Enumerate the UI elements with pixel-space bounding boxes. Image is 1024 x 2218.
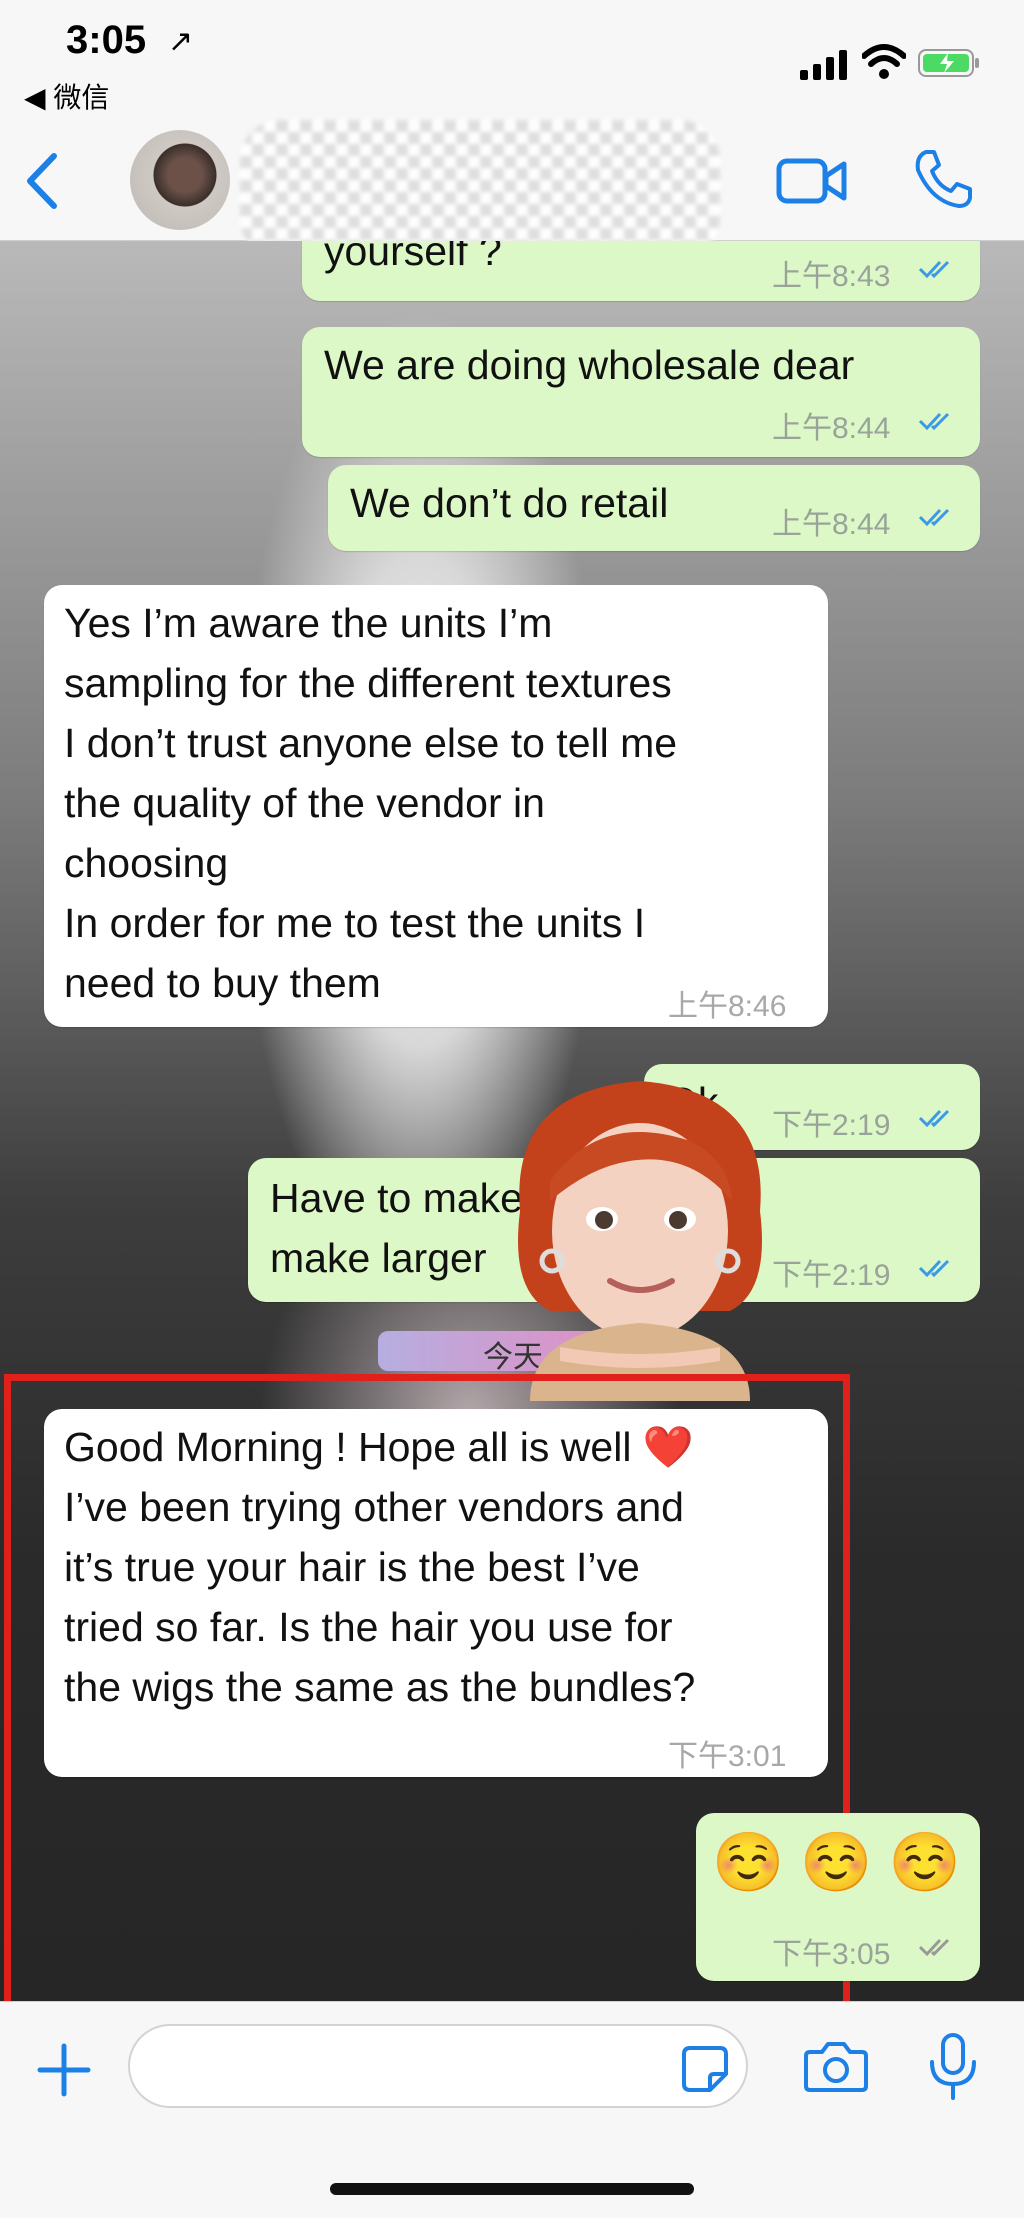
microphone-icon[interactable] <box>926 2032 980 2102</box>
message-time: 上午8:44 <box>772 508 891 541</box>
sticker-icon[interactable] <box>680 2044 730 2094</box>
read-ticks-icon <box>918 508 950 527</box>
chat-header <box>0 120 1024 258</box>
battery-charging-icon <box>918 49 979 77</box>
plus-icon[interactable] <box>36 2042 92 2098</box>
contact-avatar[interactable] <box>130 130 230 230</box>
delivered-ticks-icon <box>918 1938 950 1957</box>
read-ticks-icon <box>918 260 950 279</box>
message-text: Yes I’m aware the units I’m sampling for… <box>64 600 678 1006</box>
message-input[interactable] <box>128 2024 748 2108</box>
message-bubble-outgoing[interactable]: yourself ? 上午8:43 <box>302 241 980 301</box>
status-bar: 3:05 ↗ ◀ 微信 <box>0 0 1024 120</box>
message-text: yourself ? <box>324 241 502 274</box>
message-time: 上午8:44 <box>772 412 891 445</box>
read-ticks-icon <box>918 412 950 431</box>
message-text: We are doing wholesale dear <box>324 342 855 388</box>
read-ticks-icon <box>918 1259 950 1278</box>
video-call-icon[interactable] <box>776 156 848 206</box>
chevron-left-icon[interactable] <box>22 150 62 212</box>
status-time: 3:05 <box>66 18 147 62</box>
back-to-app-link[interactable]: ◀ 微信 <box>24 76 109 116</box>
phone-icon[interactable] <box>912 148 972 210</box>
cellular-signal-icon <box>800 50 847 80</box>
message-bubble-outgoing[interactable]: We are doing wholesale dear 上午8:44 <box>302 327 980 457</box>
message-text: ☺️ ☺️ ☺️ <box>712 1830 961 1895</box>
message-text: We don’t do retail <box>350 480 669 526</box>
message-bubble-incoming[interactable]: Yes I’m aware the units I’m sampling for… <box>44 585 828 1027</box>
contact-name-redacted[interactable] <box>240 120 720 258</box>
message-bubble-outgoing[interactable]: ☺️ ☺️ ☺️ 下午3:05 <box>696 1813 980 1981</box>
message-time: 下午3:05 <box>772 1938 891 1971</box>
message-bubble-outgoing[interactable]: We don’t do retail 上午8:44 <box>328 465 980 551</box>
home-indicator[interactable] <box>330 2183 694 2195</box>
message-list[interactable]: yourself ? 上午8:43 We are doing wholesale… <box>0 241 1024 2001</box>
camera-icon[interactable] <box>804 2038 868 2094</box>
read-ticks-icon <box>918 1109 950 1128</box>
memoji-sticker <box>518 1081 762 1401</box>
message-time: 上午8:46 <box>668 990 787 1023</box>
message-time: 上午8:43 <box>772 260 891 293</box>
wifi-icon <box>862 44 906 79</box>
location-arrow-icon: ↗ <box>168 25 194 58</box>
